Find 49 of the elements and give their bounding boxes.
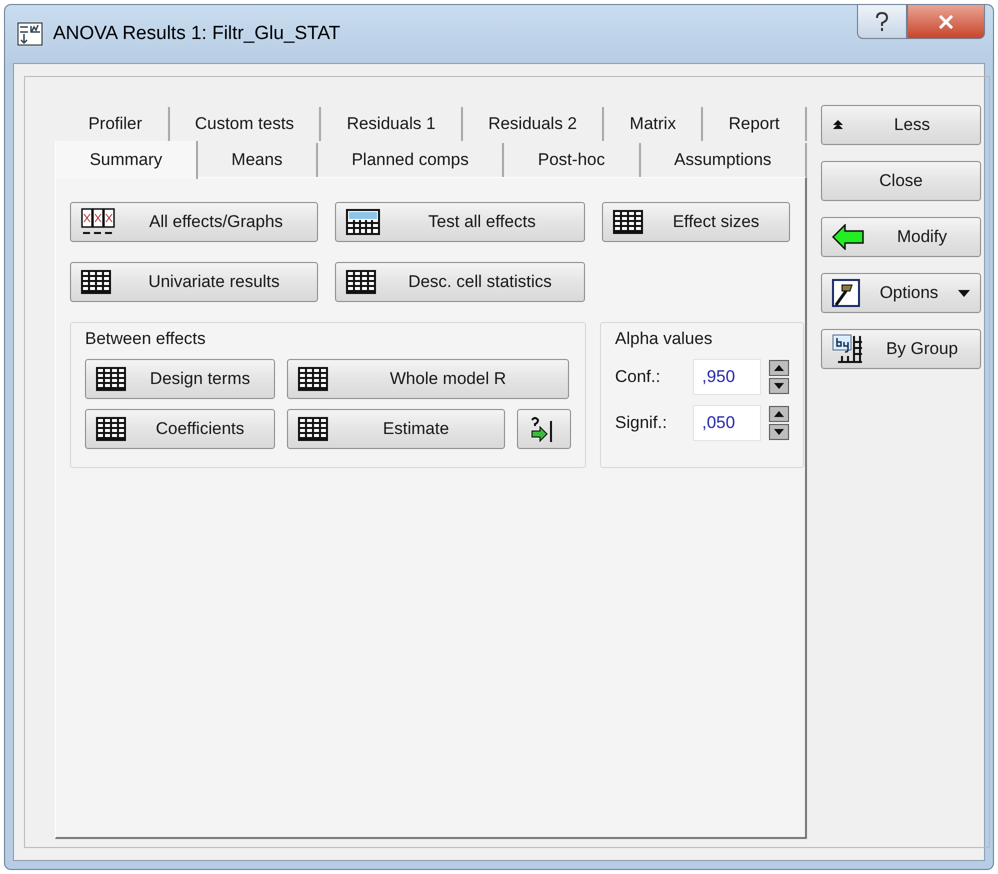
window-title: ANOVA Results 1: Filtr_Glu_STAT	[53, 23, 342, 45]
field-label: Signif.:	[615, 413, 668, 433]
side-button[interactable]: Modify	[821, 217, 981, 257]
table-icon	[96, 417, 126, 441]
group-title: Alpha values	[615, 329, 714, 349]
action-button[interactable]: Coefficients	[85, 409, 275, 449]
field-label: Conf.:	[615, 367, 662, 387]
up-arrow-icon	[832, 119, 844, 131]
up-icon	[774, 365, 784, 371]
tab[interactable]: Summary	[55, 141, 198, 179]
action-button[interactable]: All effects/Graphs	[70, 202, 318, 242]
table-icon	[81, 270, 111, 294]
help-icon	[875, 12, 889, 32]
table-icon	[298, 367, 328, 391]
hammer-icon	[832, 279, 860, 307]
side-button[interactable]: Less	[821, 105, 981, 145]
left-arrow-icon	[832, 224, 864, 250]
action-button[interactable]: Whole model R	[287, 359, 569, 399]
down-icon	[774, 383, 784, 389]
spin-up-button[interactable]	[769, 406, 789, 422]
help-button[interactable]	[857, 5, 907, 39]
spin-down-button[interactable]	[769, 378, 789, 394]
table-icon	[613, 210, 643, 234]
action-button[interactable]: Desc. cell statistics	[335, 262, 585, 302]
number-field[interactable]: ,050	[693, 405, 761, 441]
action-button[interactable]: Univariate results	[70, 262, 318, 302]
summary-table-icon	[346, 209, 380, 235]
side-button[interactable]: By Group	[821, 329, 981, 369]
app-icon	[17, 22, 43, 46]
side-button[interactable]: Close	[821, 161, 981, 201]
table-icon	[96, 367, 126, 391]
number-field[interactable]: ,950	[693, 359, 761, 395]
icon-button[interactable]	[517, 409, 571, 449]
down-icon	[774, 429, 784, 435]
action-button[interactable]: Effect sizes	[602, 202, 790, 242]
side-button[interactable]: Options	[821, 273, 981, 313]
action-button[interactable]: Estimate	[287, 409, 505, 449]
action-button[interactable]: Design terms	[85, 359, 275, 399]
plots-icon	[81, 208, 115, 236]
action-button[interactable]: Test all effects	[335, 202, 585, 242]
by-group-icon	[832, 334, 864, 364]
table-icon	[346, 270, 376, 294]
group-title: Between effects	[85, 329, 207, 349]
close-icon	[938, 14, 954, 28]
up-icon	[774, 411, 784, 417]
table-icon	[298, 417, 328, 441]
spin-down-button[interactable]	[769, 424, 789, 440]
close-button[interactable]	[907, 5, 985, 39]
spin-up-button[interactable]	[769, 360, 789, 376]
